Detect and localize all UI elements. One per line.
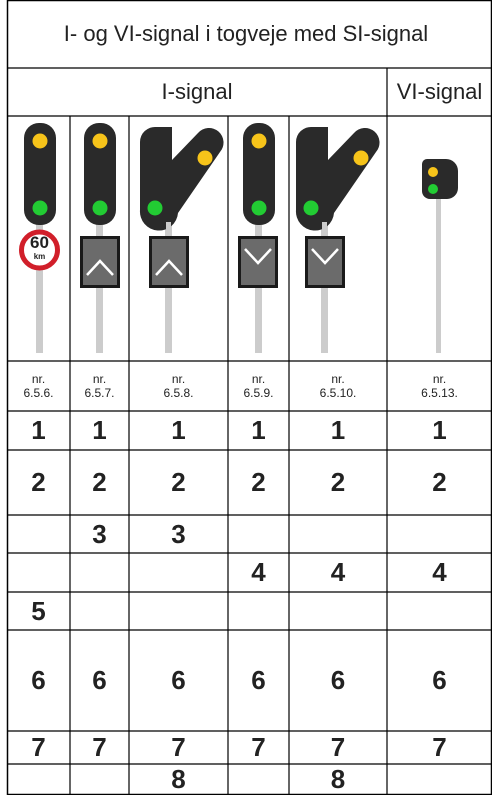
ref-6-5-8: nr. 6.5.8. [129, 361, 228, 411]
green-lamp [251, 200, 267, 216]
aspect-number-cell: 7 [330, 732, 346, 762]
aspect-number-cell: 7 [251, 732, 266, 762]
ref-prefix: nr. [31, 372, 46, 386]
green-lamp [147, 200, 163, 216]
green-lamp [32, 200, 48, 216]
yellow-lamp [92, 133, 108, 149]
ref-prefix: nr. [171, 372, 186, 386]
ref-number: 6.5.7. [84, 386, 115, 400]
mast-joint [166, 222, 171, 232]
group-header-vi-signal: VI-signal [396, 79, 483, 104]
aspect-number-cell: 7 [171, 732, 186, 762]
aspect-number-cell: 1 [171, 415, 186, 445]
ref-number: 6.5.8. [163, 386, 194, 400]
yellow-lamp [32, 133, 48, 149]
aspect-number-cell: 3 [92, 518, 107, 549]
green-lamp [92, 200, 108, 216]
speed-limit-value: 60 [30, 233, 49, 252]
yellow-lamp [353, 150, 369, 166]
ref-prefix: nr. [92, 372, 107, 386]
ref-6-5-7: nr. 6.5.7. [70, 361, 129, 411]
ref-prefix: nr. [432, 372, 447, 386]
aspect-number-cell: 1 [432, 415, 447, 445]
yellow-lamp [428, 167, 438, 177]
green-lamp [303, 200, 319, 216]
group-header-i-signal: I-signal [161, 79, 233, 104]
aspect-number-cell: 1 [251, 415, 266, 445]
aspect-number-cell: 1 [330, 415, 346, 445]
yellow-lamp [251, 133, 267, 149]
aspect-number-cell: 6 [330, 665, 346, 695]
aspect-number-cell: 2 [92, 467, 107, 497]
mast-joint [322, 222, 327, 232]
yellow-lamp [197, 150, 213, 166]
aspect-number-cell: 4 [432, 557, 447, 587]
aspect-number-cell: 7 [432, 732, 447, 762]
aspect-number-cell: 2 [31, 467, 46, 497]
aspect-number-cell: 1 [92, 415, 107, 445]
ref-6-5-9: nr. 6.5.9. [228, 361, 289, 411]
aspect-number-cell: 1 [31, 415, 46, 445]
signal-head [422, 159, 458, 199]
aspect-number-cell: 7 [31, 732, 46, 762]
aspect-number-cell: 2 [251, 467, 266, 497]
signal-6-5-10 [295, 126, 380, 353]
ref-number: 6.5.10. [319, 386, 357, 400]
aspect-number-cell: 5 [31, 595, 46, 626]
ref-6-5-6: nr. 6.5.6. [7, 361, 70, 411]
ref-number: 6.5.9. [243, 386, 274, 400]
signal-6-5-8 [139, 126, 224, 353]
aspect-number-cell: 8 [171, 764, 186, 794]
ref-6-5-13: nr. 6.5.13. [387, 361, 492, 411]
aspect-number-cell: 4 [330, 557, 346, 587]
aspect-number-cell: 6 [432, 665, 447, 695]
page-title: I- og VI-signal i togveje med SI-signal [63, 21, 429, 46]
aspect-number-cell: 2 [330, 467, 346, 497]
aspect-number-cell: 6 [251, 665, 266, 695]
aspect-number-cell: 2 [171, 467, 186, 497]
aspect-number-cell: 4 [251, 557, 266, 587]
signal-mast [436, 195, 441, 353]
ref-prefix: nr. [331, 372, 345, 386]
ref-number: 6.5.13. [421, 386, 458, 400]
ref-number: 6.5.6. [23, 386, 54, 400]
signal-6-5-7 [80, 123, 120, 353]
ref-prefix: nr. [251, 372, 266, 386]
aspect-number-cell: 8 [330, 764, 346, 794]
green-lamp [428, 184, 438, 194]
aspect-number-cell: 3 [171, 518, 186, 549]
signal-6-5-9 [238, 123, 278, 353]
aspect-number-cell: 6 [92, 665, 107, 695]
aspect-number-cell: 7 [92, 732, 107, 762]
aspect-number-cell: 6 [31, 665, 46, 695]
signal-mast [36, 207, 43, 353]
aspect-number-cell: 2 [432, 467, 447, 497]
ref-6-5-10: nr. 6.5.10. [289, 361, 387, 411]
signal-6-5-13 [422, 159, 458, 353]
aspect-number-cell: 6 [171, 665, 186, 695]
speed-limit-unit: km [33, 252, 46, 261]
